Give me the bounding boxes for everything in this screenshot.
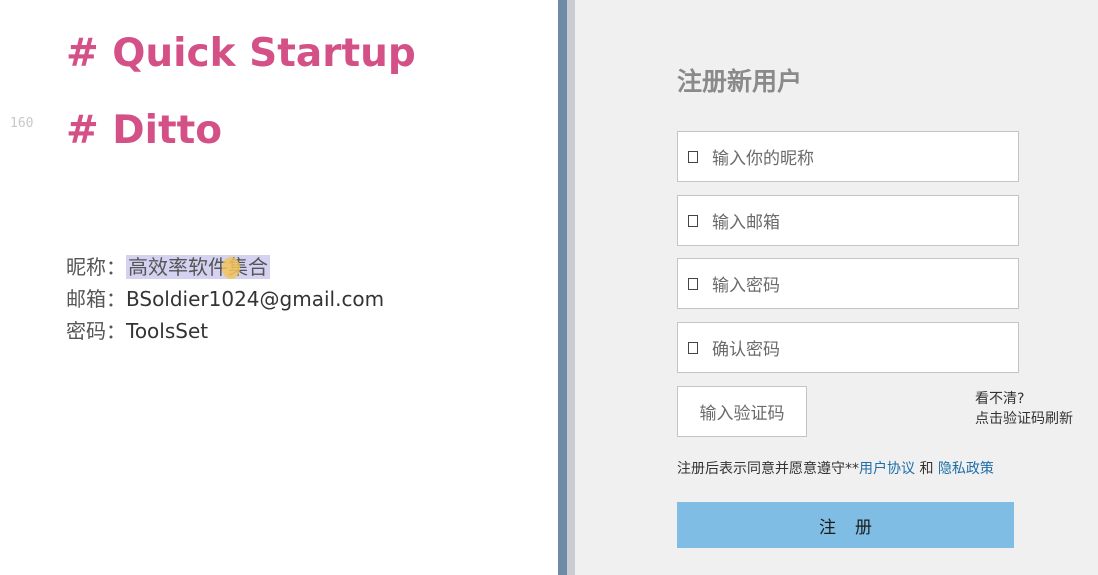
user-icon (688, 150, 698, 163)
password-value: ToolsSet (126, 319, 209, 343)
register-button[interactable]: 注 册 (677, 502, 1014, 548)
register-title: 注册新用户 (677, 67, 803, 96)
email-label: 邮箱： (66, 287, 126, 311)
registration-preview-pane: 注册新用户 输入你的昵称 输入邮箱 输入密码 确认密码 输入验证码 看不清? 点… (575, 0, 1098, 575)
agreement-and: 和 (915, 461, 938, 477)
email-value: BSoldier1024@gmail.com (126, 287, 385, 311)
line-number: 160 (10, 116, 34, 131)
lock-icon (688, 341, 698, 354)
password-placeholder: 输入密码 (712, 276, 780, 296)
markdown-heading-ditto: # Ditto (66, 108, 223, 153)
email-placeholder: 输入邮箱 (712, 213, 780, 233)
pane-splitter[interactable] (558, 0, 567, 575)
email-line: 邮箱：BSoldier1024@gmail.com (66, 285, 384, 313)
markdown-editor-pane[interactable]: 160 # Quick Startup # Ditto 昵称： 高效率软件集合 邮… (0, 0, 558, 575)
privacy-policy-link[interactable]: 隐私政策 (938, 461, 994, 477)
nickname-input[interactable]: 输入你的昵称 (677, 131, 1019, 182)
app-window: 160 # Quick Startup # Ditto 昵称： 高效率软件集合 邮… (0, 0, 1098, 575)
confirm-password-input[interactable]: 确认密码 (677, 322, 1019, 373)
confirm-password-placeholder: 确认密码 (712, 340, 780, 360)
lock-icon (688, 277, 698, 290)
captcha-refresh-hint[interactable]: 看不清? 点击验证码刷新 (975, 389, 1073, 429)
nickname-value-selected[interactable]: 高效率软件集合 (126, 255, 270, 279)
agreement-prefix: 注册后表示同意并愿意遵守** (677, 461, 859, 477)
password-line: 密码：ToolsSet (66, 317, 208, 345)
nickname-value: 高效率软件集合 (128, 255, 268, 279)
captcha-help-line1: 看不清? (975, 391, 1025, 407)
user-agreement-link[interactable]: 用户协议 (859, 461, 915, 477)
markdown-heading-quick-startup: # Quick Startup (66, 31, 416, 76)
nickname-line: 昵称： 高效率软件集合 (66, 253, 270, 281)
captcha-input[interactable]: 输入验证码 (677, 386, 807, 437)
email-input[interactable]: 输入邮箱 (677, 195, 1019, 246)
password-label: 密码： (66, 319, 126, 343)
preview-border (567, 0, 575, 575)
nickname-placeholder: 输入你的昵称 (712, 149, 814, 169)
captcha-placeholder: 输入验证码 (699, 404, 785, 424)
captcha-help-line2: 点击验证码刷新 (975, 411, 1073, 427)
agreement-text: 注册后表示同意并愿意遵守**用户协议 和 隐私政策 (677, 458, 994, 478)
nickname-label: 昵称： (66, 255, 126, 279)
mail-icon (688, 214, 698, 227)
password-input[interactable]: 输入密码 (677, 258, 1019, 309)
